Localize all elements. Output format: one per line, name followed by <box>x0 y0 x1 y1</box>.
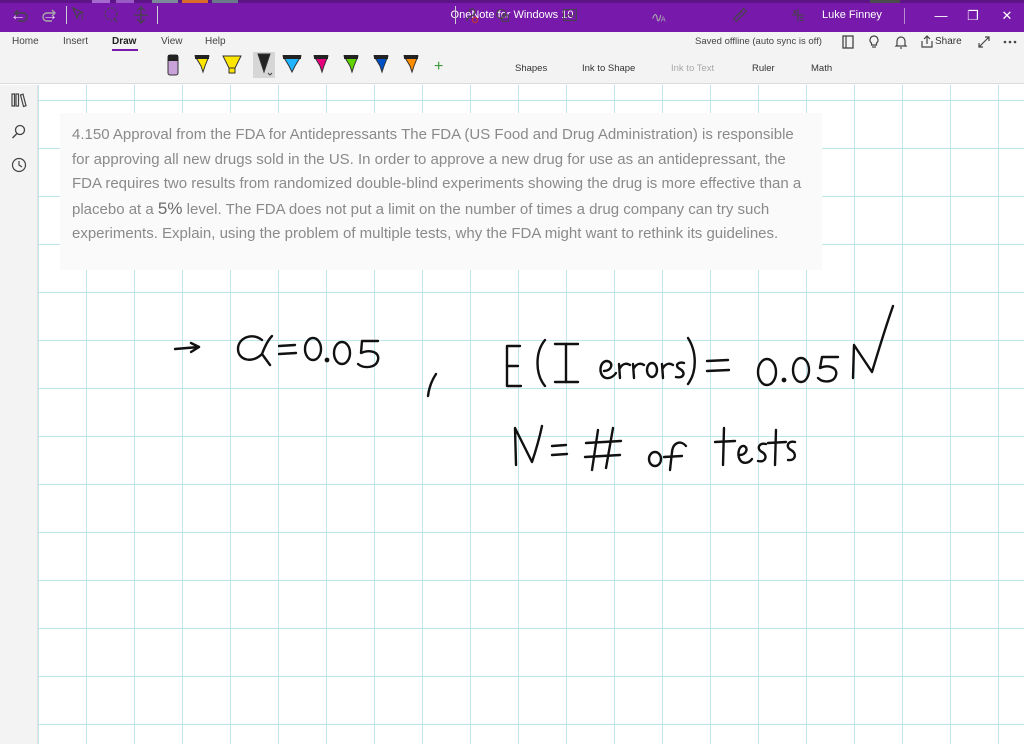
pen-magenta-icon[interactable] <box>311 53 331 77</box>
draw-toolbar <box>0 54 1024 84</box>
minimize-button[interactable]: — <box>924 5 958 27</box>
pen-orange-icon[interactable] <box>401 53 421 77</box>
lightbulb-icon[interactable] <box>866 34 882 50</box>
pen-yellow-icon[interactable] <box>192 53 212 77</box>
question-paragraph: 4.150 Approval from the FDA for Antidepr… <box>72 123 810 247</box>
more-options-icon[interactable] <box>1002 34 1018 50</box>
close-button[interactable]: ✕ <box>990 5 1024 27</box>
pen-green-icon[interactable] <box>341 53 361 77</box>
share-icon[interactable] <box>919 34 935 50</box>
svg-text:I: I <box>81 13 83 22</box>
user-name[interactable]: Luke Finney <box>822 9 882 21</box>
tab-insert[interactable]: Insert <box>63 36 88 47</box>
question-text-box[interactable]: 4.150 Approval from the FDA for Antidepr… <box>60 113 822 270</box>
notebook-icon[interactable] <box>840 34 856 50</box>
title-separator <box>904 8 905 24</box>
restore-button[interactable]: ❐ <box>956 5 990 27</box>
lasso-select-icon[interactable] <box>101 5 121 25</box>
search-icon[interactable] <box>10 123 28 141</box>
toolbar-divider <box>455 6 456 24</box>
title-bar: ← → OneNote for Windows 10 Luke Finney —… <box>0 0 1024 32</box>
active-tab-indicator <box>112 49 138 51</box>
tab-view[interactable]: View <box>161 36 183 47</box>
ruler-button[interactable]: Ruler <box>752 63 775 74</box>
tab-home[interactable]: Home <box>12 36 39 47</box>
toolbar-divider <box>66 6 67 24</box>
pen-dark-blue-icon[interactable] <box>371 53 391 77</box>
shapes-button[interactable]: Shapes <box>515 63 547 74</box>
ink-to-shape-button[interactable]: Ink to Shape <box>582 63 635 74</box>
ink-to-text-button[interactable]: Ink to Text <box>671 63 714 74</box>
pen-lavender-icon[interactable] <box>163 53 183 77</box>
add-pen-button[interactable]: + <box>434 58 443 76</box>
undo-icon[interactable] <box>10 5 30 25</box>
sync-status: Saved offline (auto sync is off) <box>695 36 822 47</box>
ink-replay-icon[interactable] <box>461 5 481 25</box>
ruler-icon[interactable] <box>731 5 749 25</box>
type-select-icon[interactable]: I <box>70 5 90 25</box>
significance-level: 5% <box>157 198 183 218</box>
math-button[interactable]: Math <box>811 63 832 74</box>
ink-to-text-icon[interactable]: A <box>650 5 668 25</box>
left-navigation <box>0 85 38 744</box>
ink-to-shape-icon[interactable] <box>561 5 579 25</box>
tab-draw[interactable]: Draw <box>112 36 136 47</box>
tab-help[interactable]: Help <box>205 36 226 47</box>
share-button[interactable]: Share <box>935 36 962 47</box>
recent-notes-icon[interactable] <box>10 156 28 174</box>
highlighter-yellow-icon[interactable] <box>220 53 244 77</box>
redo-icon[interactable] <box>40 5 60 25</box>
pen-black-selected-icon[interactable] <box>252 51 276 79</box>
math-icon[interactable] <box>789 5 807 25</box>
notebooks-icon[interactable] <box>10 91 28 109</box>
expand-icon[interactable] <box>976 34 992 50</box>
pen-blue-icon[interactable] <box>281 53 303 77</box>
add-space-icon[interactable] <box>131 5 151 25</box>
bell-icon[interactable] <box>893 34 909 50</box>
taskbar-strip <box>0 0 1024 3</box>
shapes-icon[interactable] <box>494 5 512 25</box>
svg-text:A: A <box>661 14 666 23</box>
toolbar-divider <box>157 6 158 24</box>
